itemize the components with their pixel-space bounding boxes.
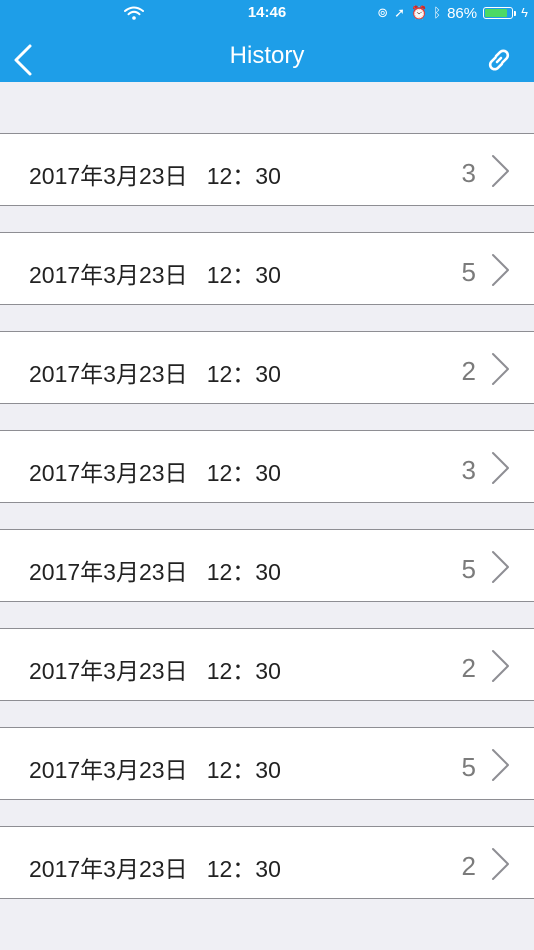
- page-title: History: [229, 42, 305, 69]
- battery-percent: 86%: [447, 4, 478, 22]
- history-row-datetime: 2017年3月23日 12：30: [29, 559, 281, 585]
- status-bar: 14:46 ⊚ ➚ ⏰ ᛒ 86% ϟ: [0, 0, 534, 26]
- charging-bolt-icon: ϟ: [521, 5, 528, 20]
- link-icon[interactable]: [484, 45, 514, 75]
- history-row-count: 3: [461, 455, 476, 485]
- history-row-datetime: 2017年3月23日 12：30: [29, 262, 281, 288]
- chevron-right-icon: [492, 452, 509, 484]
- chevron-right-icon: [492, 848, 509, 880]
- navigation-bar: History: [0, 30, 534, 82]
- chevron-right-icon: [492, 551, 509, 583]
- history-row-count: 2: [461, 653, 476, 683]
- history-row[interactable]: 2017年3月23日 12：30 2: [0, 628, 534, 701]
- history-row[interactable]: 2017年3月23日 12：30 3: [0, 133, 534, 206]
- history-row[interactable]: 2017年3月23日 12：30 2: [0, 826, 534, 899]
- history-row-count: 2: [461, 356, 476, 386]
- alarm-icon: ⏰: [411, 5, 428, 20]
- chevron-right-icon: [492, 749, 509, 781]
- history-row-count: 5: [461, 554, 476, 584]
- history-row-datetime: 2017年3月23日 12：30: [29, 460, 281, 486]
- history-row-count: 5: [461, 752, 476, 782]
- history-row[interactable]: 2017年3月23日 12：30 5: [0, 529, 534, 602]
- history-row-datetime: 2017年3月23日 12：30: [29, 361, 281, 387]
- history-row-datetime: 2017年3月23日 12：30: [29, 658, 281, 684]
- history-row-datetime: 2017年3月23日 12：30: [29, 757, 281, 783]
- history-row-count: 3: [461, 158, 476, 188]
- history-row-datetime: 2017年3月23日 12：30: [29, 163, 281, 189]
- location-arrow-icon: ➚: [394, 5, 406, 20]
- history-row-datetime: 2017年3月23日 12：30: [29, 856, 281, 882]
- history-row[interactable]: 2017年3月23日 12：30 2: [0, 331, 534, 404]
- top-bar: 14:46 ⊚ ➚ ⏰ ᛒ 86% ϟ History: [0, 0, 534, 82]
- chevron-right-icon: [492, 155, 509, 187]
- history-row-count: 5: [461, 257, 476, 287]
- history-row-count: 2: [461, 851, 476, 881]
- history-row[interactable]: 2017年3月23日 12：30 3: [0, 430, 534, 503]
- lock-rotation-icon: ⊚: [377, 5, 389, 20]
- status-right-group: ⊚ ➚ ⏰ ᛒ 86% ϟ: [377, 4, 528, 22]
- history-row[interactable]: 2017年3月23日 12：30 5: [0, 727, 534, 800]
- battery-icon: [483, 7, 517, 19]
- history-list: 2017年3月23日 12：30 3 2017年3月23日 12：30 5 20…: [0, 133, 534, 925]
- bluetooth-icon: ᛒ: [433, 5, 442, 20]
- chevron-right-icon: [492, 254, 509, 286]
- battery-fill: [485, 9, 508, 17]
- history-row[interactable]: 2017年3月23日 12：30 5: [0, 232, 534, 305]
- chevron-right-icon: [492, 353, 509, 385]
- chevron-right-icon: [492, 650, 509, 682]
